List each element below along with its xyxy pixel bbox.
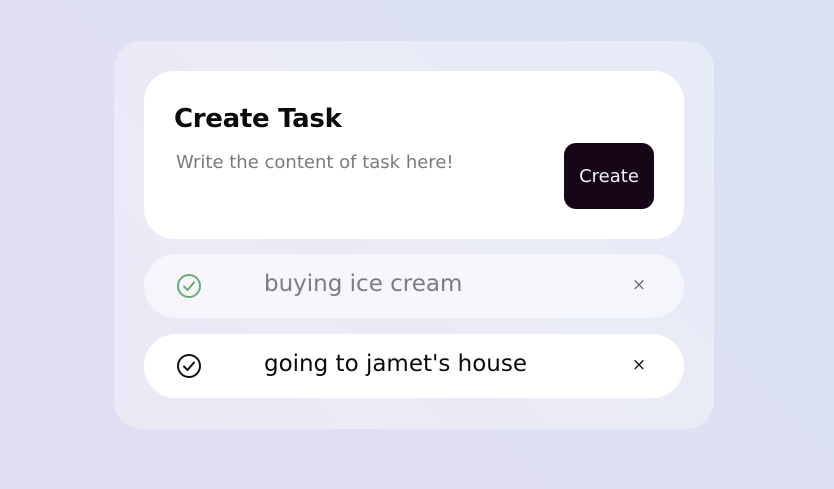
create-task-title: Create Task	[174, 104, 342, 134]
task-text: going to jamet's house	[264, 351, 527, 377]
delete-icon[interactable]: ×	[628, 354, 650, 376]
todo-panel: Create Task Create buying ice cream × go…	[114, 41, 714, 429]
task-text: buying ice cream	[264, 271, 463, 297]
delete-icon[interactable]: ×	[628, 274, 650, 296]
task-item-completed: buying ice cream ×	[144, 254, 684, 318]
check-circle-icon[interactable]	[176, 273, 202, 299]
create-task-card: Create Task Create	[144, 71, 684, 239]
task-content-input[interactable]	[176, 147, 536, 177]
task-item-pending: going to jamet's house ×	[144, 334, 684, 398]
create-button[interactable]: Create	[564, 143, 654, 209]
check-circle-icon[interactable]	[176, 353, 202, 379]
